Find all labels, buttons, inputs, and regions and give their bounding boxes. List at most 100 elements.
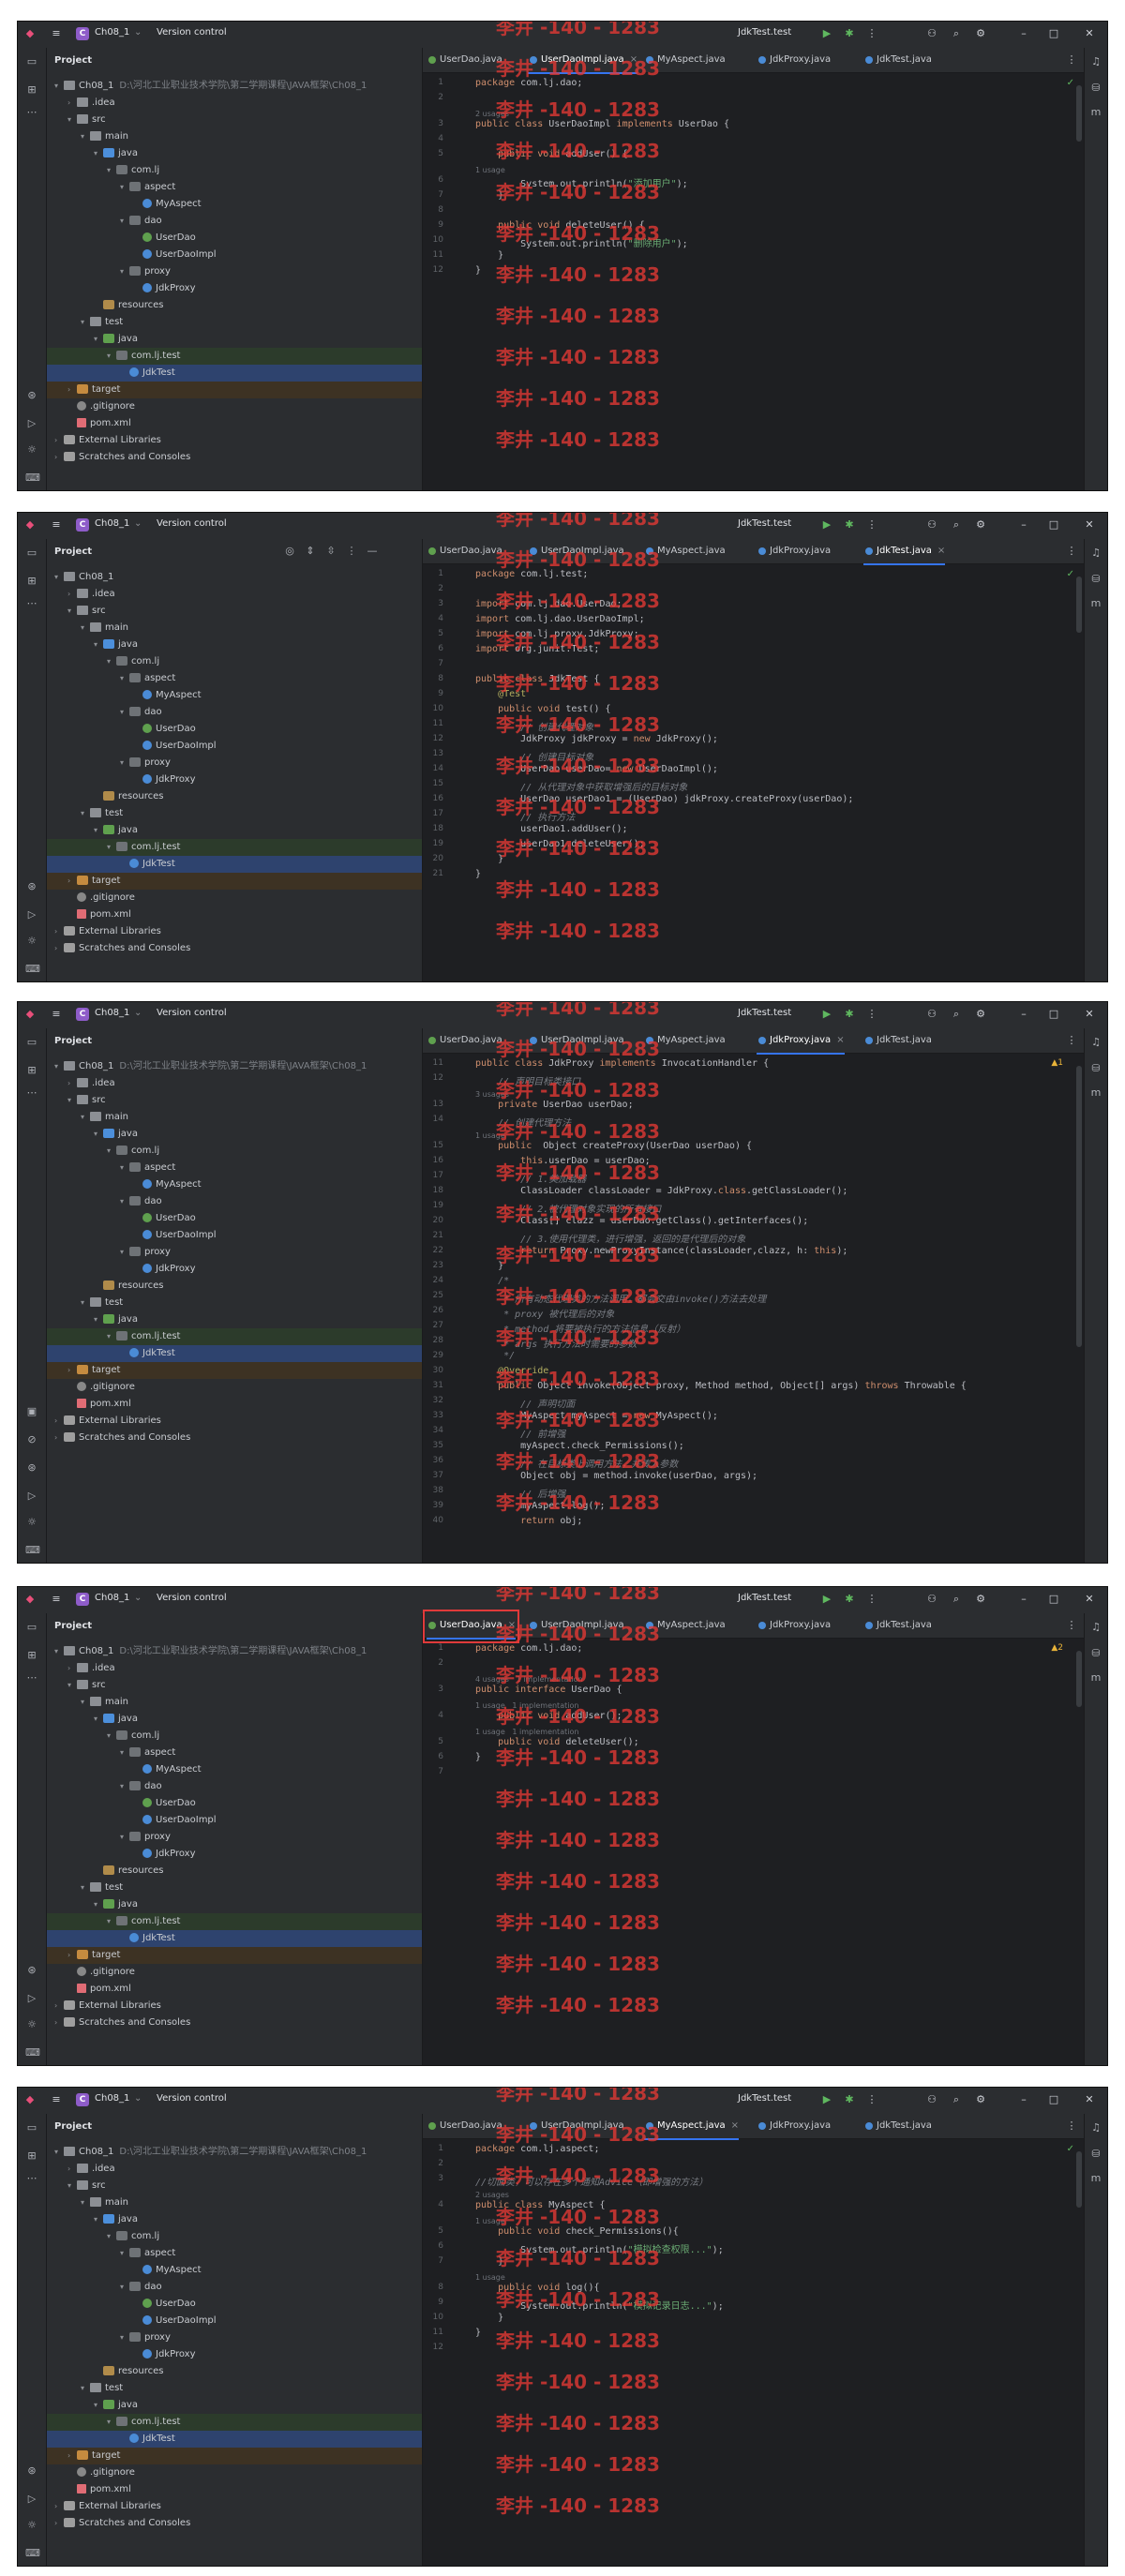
tree-item-java[interactable]: ▾ java <box>47 1711 422 1728</box>
expand-arrow-icon[interactable]: ▾ <box>107 839 116 856</box>
debug-tool-icon[interactable]: ☼ <box>25 1516 38 1529</box>
search-icon[interactable]: ⌕ <box>950 518 963 532</box>
tab-jdkproxy[interactable]: JdkProxy.java <box>757 2114 831 2138</box>
maven-icon[interactable]: m <box>1089 2172 1102 2185</box>
maximize-icon[interactable]: □ <box>1047 1593 1060 1606</box>
tree-item-aspect[interactable]: ▾ aspect <box>47 1745 422 1761</box>
tree-item-com-lj[interactable]: ▾ com.lj <box>47 1143 422 1160</box>
account-icon[interactable]: ⚇ <box>925 2093 938 2106</box>
more-icon[interactable]: ⋮ <box>865 1593 878 1606</box>
expand-arrow-icon[interactable]: ▾ <box>81 620 90 637</box>
expand-arrow-icon[interactable]: ▾ <box>120 263 129 280</box>
tab-userdao[interactable]: UserDao.java <box>427 1028 502 1053</box>
terminal-icon[interactable]: ⌨ <box>25 963 40 976</box>
debug-icon[interactable]: ✱ <box>843 2093 856 2106</box>
project-name-dropdown[interactable]: Ch08_1 <box>95 27 129 37</box>
run-icon[interactable]: ▶ <box>820 27 833 40</box>
tree-item-myaspect[interactable]: MyAspect <box>47 196 422 213</box>
expand-arrow-icon[interactable]: › <box>54 1998 64 2014</box>
search-icon[interactable]: ⌕ <box>950 1008 963 1021</box>
expand-arrow-icon[interactable]: ▾ <box>107 2228 116 2245</box>
tree-item-src[interactable]: ▾ src <box>47 1677 422 1694</box>
tree-item-gitignore[interactable]: .gitignore <box>47 1379 422 1396</box>
minimize-icon[interactable]: – <box>1017 518 1030 532</box>
database-icon[interactable]: ⛁ <box>1089 1062 1102 1075</box>
minimize-icon[interactable]: – <box>1017 2093 1030 2106</box>
database-icon[interactable]: ⛁ <box>1089 573 1102 586</box>
expand-arrow-icon[interactable]: ▾ <box>94 1711 103 1728</box>
tree-item-gitignore[interactable]: .gitignore <box>47 2464 422 2481</box>
project-view-icon[interactable]: ▭ <box>25 55 38 68</box>
expand-arrow-icon[interactable]: › <box>54 923 64 940</box>
tree-item-pom[interactable]: pom.xml <box>47 2481 422 2498</box>
terminal-icon[interactable]: ⌨ <box>25 1544 40 1557</box>
settings-gear-icon[interactable]: ⚙ <box>974 1593 987 1606</box>
expand-arrow-icon[interactable]: ▾ <box>120 755 129 771</box>
terminal-icon[interactable]: ⌨ <box>25 472 40 485</box>
debug-tool-icon[interactable]: ☼ <box>25 2018 38 2031</box>
services-icon[interactable]: ⊛ <box>25 880 38 893</box>
run-tool-icon[interactable]: ▷ <box>25 1490 38 1503</box>
close-icon[interactable]: ✕ <box>1083 27 1096 40</box>
expand-arrow-icon[interactable]: ▾ <box>120 1193 129 1210</box>
editor-scrollbar[interactable] <box>1076 85 1082 142</box>
version-control-dropdown[interactable]: Version control <box>157 518 227 529</box>
tree-item-aspect[interactable]: ▾ aspect <box>47 1160 422 1176</box>
tree-item-userdaoimpl[interactable]: UserDaoImpl <box>47 2313 422 2329</box>
expand-icon[interactable]: ⇕ <box>304 545 317 558</box>
tab-menu-icon[interactable]: ⋮ <box>1065 2119 1078 2133</box>
tree-item-idea[interactable]: › .idea <box>47 2161 422 2178</box>
tree-item-com-lj[interactable]: ▾ com.lj <box>47 1728 422 1745</box>
expand-arrow-icon[interactable]: ▾ <box>107 1728 116 1745</box>
debug-icon[interactable]: ✱ <box>843 1593 856 1606</box>
editor-scrollbar[interactable] <box>1076 1651 1082 1707</box>
database-icon[interactable]: ⛁ <box>1089 2148 1102 2161</box>
run-tool-icon[interactable]: ▷ <box>25 1992 38 2005</box>
expand-arrow-icon[interactable]: › <box>54 2014 64 2031</box>
expand-arrow-icon[interactable]: ▾ <box>94 145 103 162</box>
tree-item-scratches[interactable]: › Scratches and Consoles <box>47 1430 422 1446</box>
tree-item-main[interactable]: ▾ main <box>47 1694 422 1711</box>
tree-item-aspect[interactable]: ▾ aspect <box>47 2245 422 2262</box>
close-tab-icon[interactable]: × <box>836 1035 844 1045</box>
expand-arrow-icon[interactable]: ▾ <box>120 1745 129 1761</box>
tree-item-com-lj[interactable]: ▾ com.lj <box>47 653 422 670</box>
tree-item-resources[interactable]: resources <box>47 788 422 805</box>
maven-icon[interactable]: m <box>1089 1086 1102 1100</box>
tree-item-target[interactable]: › target <box>47 1947 422 1964</box>
expand-arrow-icon[interactable]: › <box>54 2515 64 2532</box>
tab-menu-icon[interactable]: ⋮ <box>1065 545 1078 558</box>
tree-item-extlib[interactable]: › External Libraries <box>47 432 422 449</box>
tree-item-dao[interactable]: ▾ dao <box>47 1778 422 1795</box>
project-name-dropdown[interactable]: Ch08_1 <box>95 2093 129 2104</box>
expand-arrow-icon[interactable]: ▾ <box>120 1829 129 1846</box>
tree-item-jdkproxy[interactable]: JdkProxy <box>47 771 422 788</box>
settings-gear-icon[interactable]: ⚙ <box>974 2093 987 2106</box>
expand-arrow-icon[interactable]: ▾ <box>94 822 103 839</box>
expand-arrow-icon[interactable]: ▾ <box>54 1643 64 1660</box>
expand-arrow-icon[interactable]: ▾ <box>107 1328 116 1345</box>
expand-arrow-icon[interactable]: › <box>54 1413 64 1430</box>
project-panel-title[interactable]: Project <box>54 55 92 66</box>
maven-icon[interactable]: m <box>1089 1671 1102 1685</box>
tree-item-gitignore[interactable]: .gitignore <box>47 398 422 415</box>
locate-icon[interactable]: ◎ <box>283 545 296 558</box>
expand-arrow-icon[interactable]: ▾ <box>120 670 129 687</box>
project-panel-title[interactable]: Project <box>54 547 92 557</box>
expand-arrow-icon[interactable]: ▾ <box>120 2279 129 2296</box>
tree-item-resources[interactable]: resources <box>47 2363 422 2380</box>
tree-item-src[interactable]: ▾ src <box>47 1092 422 1109</box>
tree-item-userdao[interactable]: UserDao <box>47 2296 422 2313</box>
tree-item-userdaoimpl[interactable]: UserDaoImpl <box>47 1227 422 1244</box>
run-icon[interactable]: ▶ <box>820 1593 833 1606</box>
run-config-dropdown[interactable]: JdkTest.test <box>738 518 791 529</box>
run-config-dropdown[interactable]: JdkTest.test <box>738 2093 791 2104</box>
terminal-icon[interactable]: ⌨ <box>25 2046 40 2059</box>
tree-item-idea[interactable]: › .idea <box>47 586 422 603</box>
expand-arrow-icon[interactable]: ▾ <box>68 1677 77 1694</box>
tab-jdkproxy[interactable]: JdkProxy.java <box>757 539 831 563</box>
tab-jdkproxy[interactable]: JdkProxy.java × <box>757 1028 845 1055</box>
tree-item-com-lj[interactable]: ▾ com.lj <box>47 162 422 179</box>
settings-gear-icon[interactable]: ⚙ <box>974 1008 987 1021</box>
expand-arrow-icon[interactable]: ▾ <box>81 1880 90 1896</box>
